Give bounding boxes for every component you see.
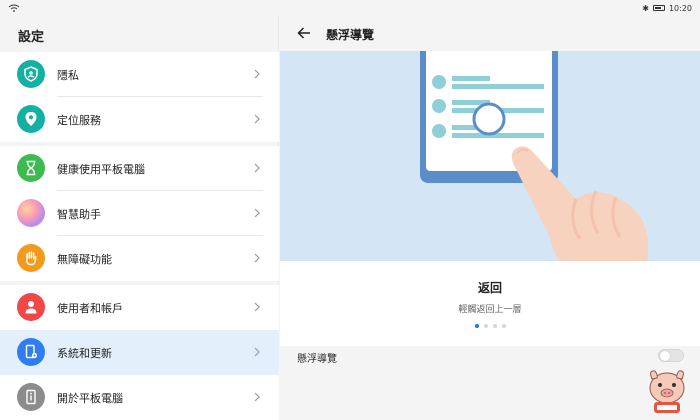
tablet-hand-illustration [420, 51, 648, 261]
tablet-info-icon [17, 383, 45, 411]
detail-header: 懸浮導覽 [280, 16, 700, 51]
mascot-watermark-icon [649, 370, 685, 413]
wifi-icon [8, 4, 20, 12]
settings-item-system-update[interactable]: 系統和更新 [0, 330, 279, 375]
settings-item-label: 系統和更新 [57, 346, 112, 360]
chevron-right-icon [254, 208, 260, 218]
tablet-gear-icon [17, 338, 45, 366]
settings-item-label: 健康使用平板電腦 [57, 162, 145, 176]
gesture-description: 輕觸返回上一層 [458, 305, 522, 315]
pager-dots [280, 324, 700, 328]
pager-dot[interactable] [501, 324, 506, 328]
settings-item-smart-assistant[interactable]: 智慧助手 [0, 191, 279, 236]
floating-nav-toggle[interactable] [658, 349, 684, 362]
gesture-title: 返回 [477, 281, 502, 295]
settings-item-location[interactable]: 定位服務 [0, 97, 279, 142]
floating-nav-label: 懸浮導覽 [297, 354, 337, 365]
settings-group-privacy: 隱私 定位服務 [0, 52, 279, 142]
chevron-right-icon [254, 69, 260, 79]
chevron-right-icon [254, 253, 260, 263]
settings-item-label: 智慧助手 [57, 207, 101, 221]
settings-item-label: 無障礙功能 [57, 252, 112, 266]
back-arrow-icon[interactable] [296, 25, 312, 41]
hand-icon [17, 244, 45, 272]
pager-dot[interactable] [483, 324, 488, 328]
bluetooth-icon: ✱ [642, 3, 649, 13]
settings-item-label: 定位服務 [57, 113, 101, 127]
settings-group-wellbeing: 健康使用平板電腦 智慧助手 無障礙功能 [0, 146, 279, 281]
chevron-right-icon [254, 302, 260, 312]
settings-item-about-tablet[interactable]: 開於平板電腦 [0, 375, 279, 420]
status-time: 10:20 [668, 3, 692, 13]
settings-item-label: 開於平板電腦 [57, 391, 123, 405]
gesture-card: 返回 輕觸返回上一層 [280, 261, 700, 346]
settings-item-label: 隱私 [57, 68, 79, 82]
settings-item-label: 使用者和帳戶 [57, 301, 123, 315]
chevron-right-icon [254, 347, 260, 357]
chevron-right-icon [254, 392, 260, 402]
chevron-right-icon [254, 114, 260, 124]
settings-item-privacy[interactable]: 隱私 [0, 52, 279, 97]
chevron-right-icon [254, 163, 260, 173]
floating-nav-setting-row: 懸浮導覽 [280, 346, 700, 368]
location-pin-icon [17, 105, 45, 133]
settings-item-digital-balance[interactable]: 健康使用平板電腦 [0, 146, 279, 191]
pager-dot[interactable] [492, 324, 497, 328]
gesture-illustration [280, 51, 700, 261]
detail-pane: 懸浮導覽 返回 輕觸返回上一層 懸浮導覽 [280, 16, 700, 420]
settings-item-users-accounts[interactable]: 使用者和帳戶 [0, 285, 279, 330]
battery-icon [652, 5, 665, 11]
hourglass-icon [17, 154, 45, 182]
settings-item-accessibility[interactable]: 無障礙功能 [0, 236, 279, 281]
status-bar: ✱ 10:20 [0, 0, 700, 16]
shield-person-icon [17, 60, 45, 88]
assistant-orb-icon [17, 199, 45, 227]
settings-sidebar: 設定 隱私 定位服務 健康使用平板電腦 智慧助手 無障礙功能 使用者和帳戶 系統… [0, 16, 279, 420]
settings-title: 設定 [18, 30, 45, 45]
detail-title: 懸浮導覽 [326, 28, 375, 42]
person-icon [17, 293, 45, 321]
settings-group-system: 使用者和帳戶 系統和更新 開於平板電腦 [0, 285, 279, 420]
pager-dot[interactable] [474, 324, 479, 328]
